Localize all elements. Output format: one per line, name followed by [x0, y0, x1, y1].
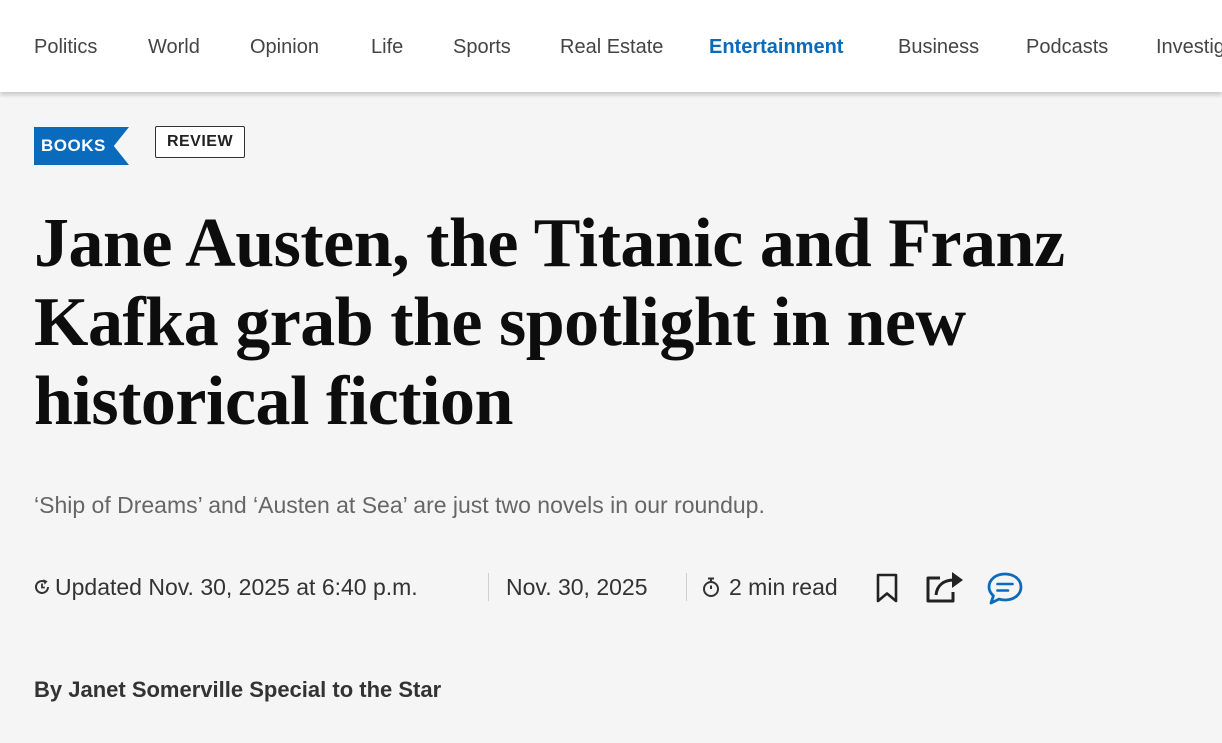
- read-time: 2 min read: [729, 574, 838, 600]
- meta-divider: [686, 573, 687, 601]
- nav-item-business[interactable]: Business: [898, 34, 979, 60]
- nav-item-investigations[interactable]: Investig: [1156, 34, 1222, 60]
- headline-line: historical fiction: [34, 363, 513, 440]
- section-tag-books[interactable]: BOOKS: [34, 127, 129, 165]
- nav-item-real-estate[interactable]: Real Estate: [560, 34, 663, 60]
- comment-icon[interactable]: [985, 570, 1025, 606]
- nav-item-world[interactable]: World: [148, 34, 200, 60]
- meta-divider: [488, 573, 489, 601]
- nav-item-life[interactable]: Life: [371, 34, 403, 60]
- top-navigation: Politics World Opinion Life Sports Real …: [0, 0, 1222, 92]
- article-headline: Jane Austen, the Titanic and Franz Kafka…: [34, 204, 1204, 441]
- publish-date: Nov. 30, 2025: [506, 574, 648, 600]
- nav-item-politics[interactable]: Politics: [34, 34, 97, 60]
- nav-item-entertainment[interactable]: Entertainment: [709, 34, 843, 60]
- refresh-clock-icon: [32, 577, 52, 597]
- updated-timestamp: Updated Nov. 30, 2025 at 6:40 p.m.: [55, 574, 418, 600]
- nav-item-opinion[interactable]: Opinion: [250, 34, 319, 60]
- stopwatch-icon: [701, 576, 721, 598]
- headline-line: Jane Austen, the Titanic and Franz: [34, 205, 1065, 282]
- nav-item-podcasts[interactable]: Podcasts: [1026, 34, 1108, 60]
- bookmark-icon[interactable]: [874, 572, 900, 604]
- nav-item-sports[interactable]: Sports: [453, 34, 511, 60]
- byline: By Janet Somerville Special to the Star: [34, 677, 442, 702]
- review-label: REVIEW: [155, 126, 245, 158]
- article-subheadline: ‘Ship of Dreams’ and ‘Austen at Sea’ are…: [34, 492, 765, 518]
- share-icon[interactable]: [924, 568, 966, 604]
- headline-line: Kafka grab the spotlight in new: [34, 284, 966, 361]
